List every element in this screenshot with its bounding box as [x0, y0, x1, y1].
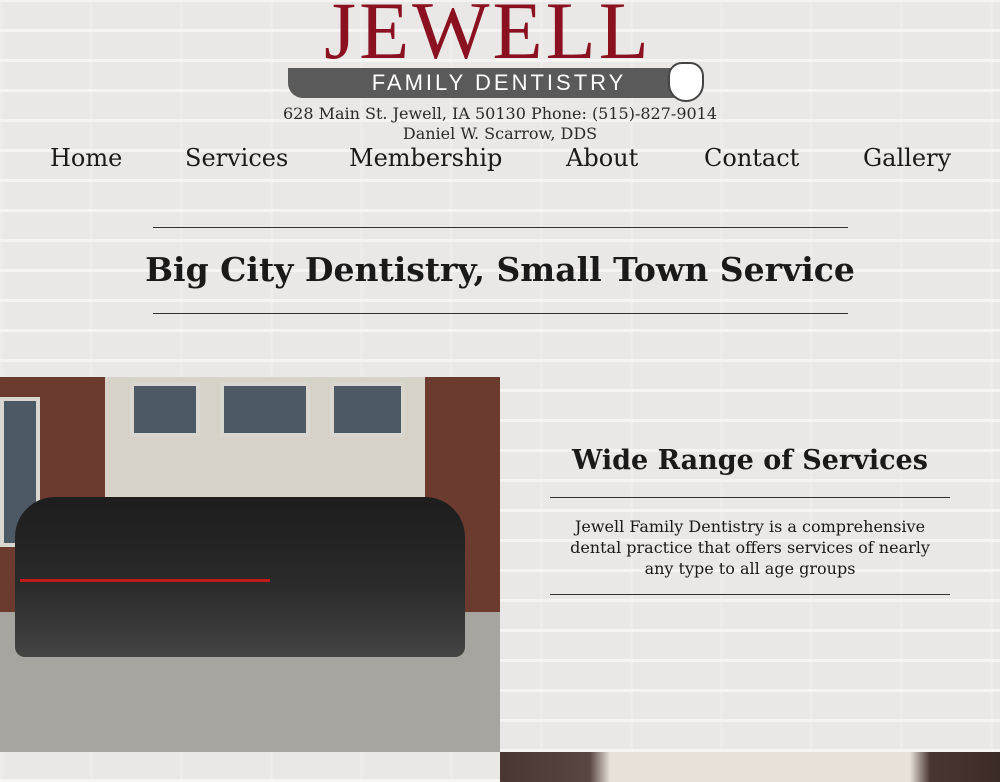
tooth-icon	[668, 62, 704, 102]
photo-red-ribbon	[20, 579, 270, 582]
photo-window	[220, 382, 310, 437]
services-bottom-divider	[550, 594, 950, 595]
tagline-top-divider	[153, 227, 848, 228]
tagline-bottom-divider	[153, 313, 848, 314]
photo-group-of-people	[15, 497, 465, 657]
site-header: JEWELL FAMILY DENTISTRY 628 Main St. Jew…	[0, 0, 1000, 150]
photo-window	[330, 382, 405, 437]
page-tagline: Big City Dentistry, Small Town Service	[145, 250, 855, 289]
nav-home[interactable]: Home	[50, 142, 122, 174]
site-logo[interactable]: JEWELL FAMILY DENTISTRY	[288, 0, 712, 102]
photo-window	[130, 382, 200, 437]
services-description: Jewell Family Dentistry is a comprehensi…	[570, 517, 930, 578]
nav-membership[interactable]: Membership	[349, 142, 502, 174]
main-nav: Home Services Membership About Contact G…	[0, 142, 1000, 176]
logo-subtitle: FAMILY DENTISTRY	[371, 70, 627, 95]
nav-services[interactable]: Services	[185, 142, 288, 174]
services-heading: Wide Range of Services	[572, 445, 928, 476]
office-interior-photo	[500, 752, 1000, 782]
logo-wordmark: JEWELL	[324, 0, 652, 76]
nav-about[interactable]: About	[566, 142, 638, 174]
nav-gallery[interactable]: Gallery	[863, 142, 951, 174]
services-panel: Wide Range of Services Jewell Family Den…	[500, 377, 1000, 752]
ribbon-cutting-photo	[0, 377, 500, 752]
services-top-divider	[550, 497, 950, 498]
nav-contact[interactable]: Contact	[704, 142, 799, 174]
address-phone-line: 628 Main St. Jewell, IA 50130 Phone: (51…	[282, 104, 718, 123]
doctor-name: Daniel W. Scarrow, DDS	[402, 124, 598, 143]
